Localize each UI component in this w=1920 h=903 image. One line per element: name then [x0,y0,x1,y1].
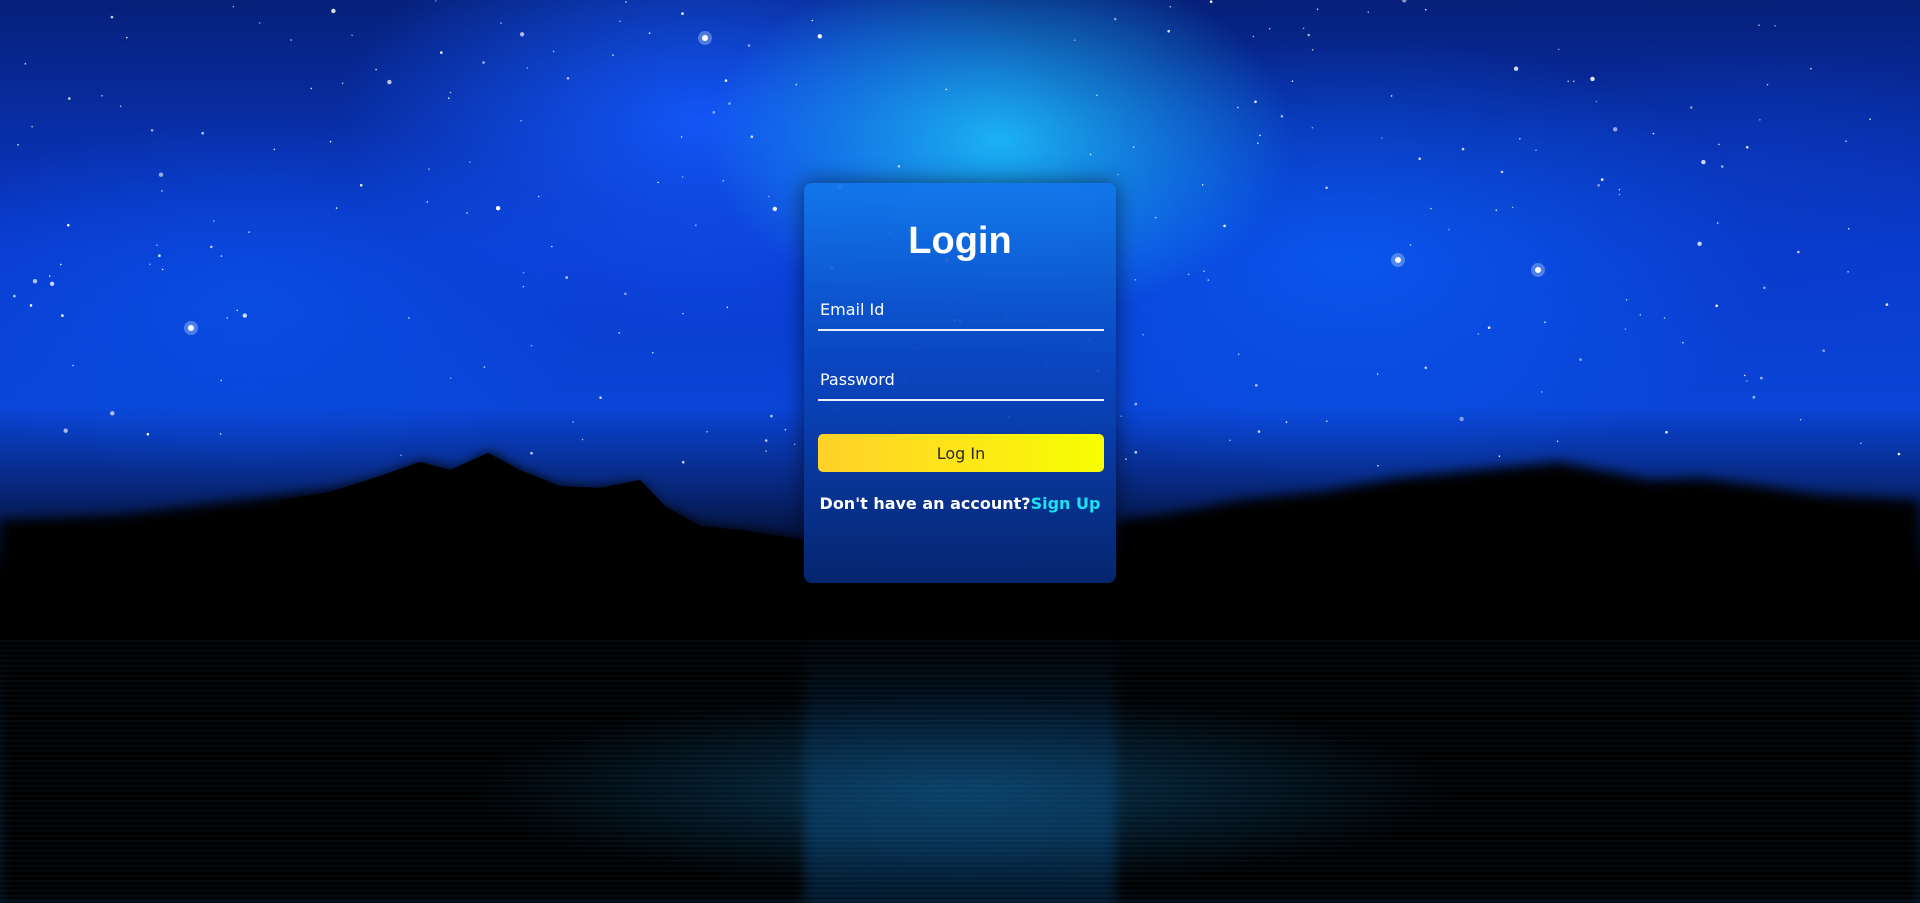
lake-reflection [0,640,1920,903]
email-input[interactable] [818,289,1104,329]
signup-prompt: Don't have an account?Sign Up [804,494,1116,513]
log-in-button[interactable]: Log In [818,434,1104,472]
email-field [818,289,1104,331]
sign-up-link[interactable]: Sign Up [1031,494,1101,513]
password-field [818,359,1104,401]
login-card: Login Log In Don't have an account?Sign … [804,183,1116,583]
login-title: Login [908,220,1012,262]
password-input[interactable] [818,359,1104,399]
signup-prompt-text: Don't have an account? [819,494,1031,513]
